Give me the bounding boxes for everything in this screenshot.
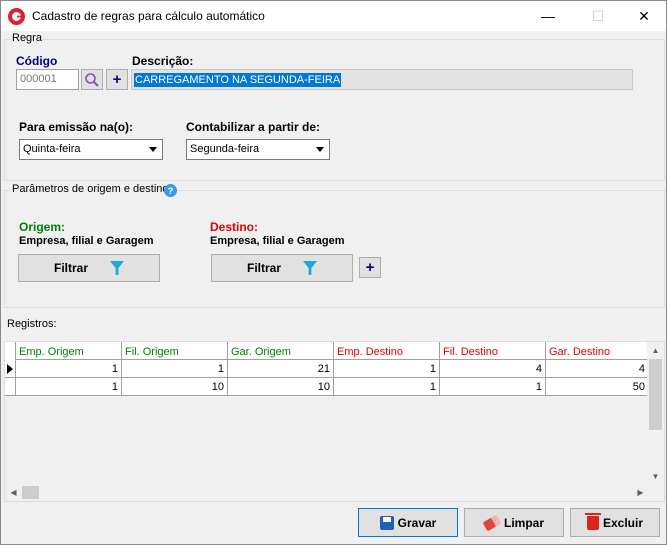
funnel-icon — [303, 261, 317, 275]
registros-label: Registros: — [7, 318, 57, 330]
table-cell[interactable]: 1 — [16, 378, 122, 396]
emissao-value: Quinta-feira — [23, 143, 81, 155]
destino-filter-label: Filtrar — [246, 261, 281, 275]
registros-grid[interactable]: Emp. Origem Fil. Origem Gar. Origem Emp.… — [4, 341, 665, 502]
save-button-label: Gravar — [397, 515, 437, 530]
table-cell[interactable]: 10 — [122, 378, 228, 396]
emissao-select[interactable]: Quinta-feira — [19, 139, 163, 160]
window-title: Cadastro de regras para cálculo automáti… — [32, 9, 265, 23]
origem-label: Origem: — [19, 220, 66, 234]
table-cell[interactable]: 1 — [122, 360, 228, 378]
origem-filter-label: Filtrar — [53, 261, 88, 275]
delete-button[interactable]: Excluir — [570, 508, 660, 537]
plus-icon: + — [112, 71, 122, 88]
parametros-group — [4, 190, 665, 308]
delete-button-label: Excluir — [602, 515, 644, 530]
chevron-down-icon — [145, 142, 160, 157]
clear-button-label: Limpar — [503, 515, 544, 530]
table-cell[interactable]: 1 — [16, 360, 122, 378]
codigo-label: Código — [16, 54, 58, 68]
descricao-input[interactable]: CARREGAMENTO NA SEGUNDA-FEIRA — [131, 69, 633, 90]
scroll-left-icon[interactable]: ◀ — [5, 484, 22, 501]
contabilizar-value: Segunda-feira — [190, 143, 260, 155]
table-cell[interactable]: 50 — [546, 378, 649, 396]
help-icon[interactable]: ? — [164, 184, 177, 197]
grid-header: Emp. Origem Fil. Origem Gar. Origem Emp.… — [5, 342, 649, 360]
column-header[interactable]: Fil. Origem — [122, 342, 228, 360]
column-header[interactable]: Gar. Origem — [228, 342, 334, 360]
emissao-label: Para emissão na(o): — [19, 120, 134, 134]
vertical-scroll-thumb[interactable] — [649, 359, 662, 430]
contabilizar-label: Contabilizar a partir de: — [186, 120, 321, 134]
scroll-up-icon[interactable]: ▲ — [647, 342, 664, 359]
table-cell[interactable]: 4 — [440, 360, 546, 378]
table-cell[interactable]: 1 — [334, 378, 440, 396]
eraser-icon — [482, 514, 502, 531]
table-cell[interactable]: 4 — [546, 360, 649, 378]
vertical-scrollbar[interactable]: ▲ ▼ — [647, 342, 664, 485]
search-button[interactable] — [81, 69, 103, 90]
column-header[interactable]: Gar. Destino — [546, 342, 649, 360]
origem-filter-button[interactable]: Filtrar — [18, 254, 160, 282]
table-cell[interactable]: 1 — [334, 360, 440, 378]
descricao-value: CARREGAMENTO NA SEGUNDA-FEIRA — [134, 73, 342, 87]
plus-icon: + — [365, 259, 375, 276]
clear-button[interactable]: Limpar — [464, 508, 564, 537]
trash-icon — [584, 512, 601, 530]
save-icon — [379, 515, 394, 530]
column-header[interactable]: Fil. Destino — [440, 342, 546, 360]
add-destino-button[interactable]: + — [359, 257, 381, 278]
column-header[interactable]: Emp. Destino — [334, 342, 440, 360]
add-codigo-button[interactable]: + — [106, 69, 128, 90]
column-header[interactable]: Emp. Origem — [16, 342, 122, 360]
app-logo-icon — [8, 8, 25, 25]
horizontal-scroll-thumb[interactable] — [22, 486, 39, 499]
destino-label: Destino: — [210, 220, 258, 234]
destino-filter-button[interactable]: Filtrar — [211, 254, 353, 282]
descricao-label: Descrição: — [132, 54, 194, 68]
chevron-down-icon — [312, 142, 327, 157]
table-row[interactable]: 1 10 10 1 1 50 — [5, 378, 649, 396]
parametros-group-title: Parâmetros de origem e destino — [11, 183, 170, 195]
table-cell[interactable]: 21 — [228, 360, 334, 378]
minimize-button[interactable]: — — [525, 1, 571, 31]
main-window: Cadastro de regras para cálculo automáti… — [0, 0, 667, 545]
maximize-button: ☐ — [591, 7, 605, 24]
contabilizar-select[interactable]: Segunda-feira — [186, 139, 330, 160]
row-indicator — [5, 378, 16, 396]
codigo-input[interactable]: 000001 — [16, 69, 79, 90]
horizontal-scrollbar[interactable]: ◀ ▶ — [5, 484, 649, 501]
origem-description: Empresa, filial e Garagem — [19, 235, 154, 247]
table-cell[interactable]: 1 — [440, 378, 546, 396]
table-cell[interactable]: 10 — [228, 378, 334, 396]
grid-corner — [5, 342, 16, 360]
scroll-right-icon[interactable]: ▶ — [632, 484, 649, 501]
destino-description: Empresa, filial e Garagem — [210, 235, 345, 247]
search-icon — [85, 72, 99, 87]
regra-group-title: Regra — [11, 32, 43, 44]
current-row-indicator-icon — [5, 360, 16, 378]
close-button[interactable]: ✕ — [621, 1, 667, 31]
save-button[interactable]: Gravar — [358, 508, 458, 537]
funnel-icon — [110, 261, 124, 275]
scroll-down-icon[interactable]: ▼ — [647, 468, 664, 485]
title-bar: Cadastro de regras para cálculo automáti… — [1, 1, 666, 31]
table-row[interactable]: 1 1 21 1 4 4 — [5, 360, 649, 378]
